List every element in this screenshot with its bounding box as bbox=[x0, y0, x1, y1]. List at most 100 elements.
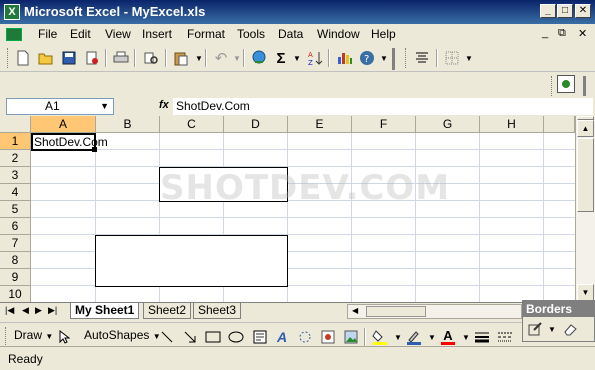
draw-border-dropdown-icon[interactable]: ▼ bbox=[543, 320, 561, 338]
chevron-down-icon[interactable]: ▼ bbox=[100, 99, 109, 114]
open-icon[interactable] bbox=[37, 49, 55, 67]
toolbar-grip[interactable] bbox=[405, 48, 408, 68]
document-icon[interactable] bbox=[6, 28, 22, 41]
vertical-scrollbar[interactable]: ▲ ▼ bbox=[575, 116, 595, 302]
draw-border-icon[interactable] bbox=[526, 320, 544, 338]
first-sheet-icon[interactable]: |◀ bbox=[5, 305, 14, 316]
rectangle-icon[interactable] bbox=[204, 328, 222, 346]
autosum-dropdown-icon[interactable]: ▼ bbox=[288, 49, 306, 67]
column-header-f[interactable]: F bbox=[352, 116, 416, 133]
row-header-1[interactable]: 1 bbox=[0, 133, 31, 150]
tab-sheet2[interactable]: Sheet2 bbox=[143, 303, 192, 319]
new-icon[interactable] bbox=[14, 49, 32, 67]
row-header-9[interactable]: 9 bbox=[0, 269, 31, 286]
borders-toolbar-title[interactable]: Borders bbox=[523, 301, 594, 317]
fill-color-icon[interactable] bbox=[371, 328, 389, 346]
borders-icon[interactable] bbox=[443, 49, 461, 67]
tab-my-sheet1[interactable]: My Sheet1 bbox=[70, 303, 140, 319]
minimize-button[interactable]: _ bbox=[540, 4, 556, 18]
scroll-up-icon[interactable]: ▲ bbox=[577, 120, 594, 137]
select-all-icon[interactable] bbox=[557, 75, 575, 93]
print-icon[interactable] bbox=[112, 49, 130, 67]
next-sheet-icon[interactable]: ▶ bbox=[35, 305, 42, 316]
line-icon[interactable] bbox=[158, 328, 176, 346]
save-icon[interactable] bbox=[60, 49, 78, 67]
toolbar-grip[interactable] bbox=[7, 48, 10, 68]
line-color-icon[interactable] bbox=[405, 328, 423, 346]
close-button[interactable]: ✕ bbox=[575, 4, 591, 18]
permission-icon[interactable] bbox=[83, 49, 101, 67]
toolbar-options-icon[interactable] bbox=[583, 76, 586, 96]
clip-art-icon[interactable] bbox=[319, 328, 337, 346]
last-sheet-icon[interactable]: ▶| bbox=[48, 305, 57, 316]
row-header-2[interactable]: 2 bbox=[0, 150, 31, 167]
font-color-icon[interactable]: A bbox=[439, 328, 457, 346]
hyperlink-icon[interactable] bbox=[250, 49, 268, 67]
tab-sheet3[interactable]: Sheet3 bbox=[193, 303, 242, 319]
doc-minimize-button[interactable]: _ bbox=[542, 27, 548, 39]
picture-icon[interactable] bbox=[342, 328, 360, 346]
column-header-partial[interactable] bbox=[544, 116, 575, 133]
toolbar-grip[interactable] bbox=[5, 327, 8, 347]
column-header-a[interactable]: A bbox=[31, 116, 96, 133]
doc-close-button[interactable]: ✕ bbox=[578, 27, 587, 40]
sort-icon[interactable]: AZ bbox=[306, 49, 324, 67]
help-dropdown-icon[interactable]: ▼ bbox=[375, 49, 393, 67]
menu-insert[interactable]: Insert bbox=[142, 27, 172, 41]
column-header-h[interactable]: H bbox=[480, 116, 544, 133]
menu-tools[interactable]: Tools bbox=[237, 27, 265, 41]
menu-file[interactable]: File bbox=[38, 27, 57, 41]
select-objects-icon[interactable] bbox=[55, 328, 73, 346]
chart-icon[interactable] bbox=[336, 49, 354, 67]
toolbar-options-icon[interactable] bbox=[392, 48, 395, 70]
text-box-icon[interactable] bbox=[251, 328, 269, 346]
menu-edit[interactable]: Edit bbox=[70, 27, 91, 41]
row-header-6[interactable]: 6 bbox=[0, 218, 31, 235]
row-header-5[interactable]: 5 bbox=[0, 201, 31, 218]
scroll-left-icon[interactable]: ◀ bbox=[352, 306, 358, 315]
scroll-thumb[interactable] bbox=[577, 138, 594, 212]
scroll-thumb-horizontal[interactable] bbox=[366, 306, 426, 317]
dash-style-icon[interactable] bbox=[496, 328, 514, 346]
scroll-down-icon[interactable]: ▼ bbox=[577, 284, 594, 301]
maximize-button[interactable]: □ bbox=[557, 4, 573, 18]
menu-window[interactable]: Window bbox=[317, 27, 360, 41]
borders-dropdown-icon[interactable]: ▼ bbox=[460, 49, 478, 67]
menu-data[interactable]: Data bbox=[278, 27, 303, 41]
doc-restore-button[interactable]: ⧉ bbox=[558, 27, 566, 40]
align-icon[interactable] bbox=[413, 49, 431, 67]
draw-menu[interactable]: Draw ▼ bbox=[14, 328, 53, 342]
autoshapes-menu[interactable]: AutoShapes ▼ bbox=[84, 328, 161, 342]
insert-function-icon[interactable]: fx bbox=[159, 99, 169, 111]
horizontal-scrollbar[interactable]: ◀ bbox=[347, 304, 522, 319]
line-style-icon[interactable] bbox=[473, 328, 491, 346]
arrow-icon[interactable] bbox=[181, 328, 199, 346]
menu-view[interactable]: View bbox=[105, 27, 131, 41]
wordart-icon[interactable]: A bbox=[273, 328, 291, 346]
row-header-3[interactable]: 3 bbox=[0, 167, 31, 184]
name-box[interactable]: A1 ▼ bbox=[6, 98, 114, 115]
column-header-g[interactable]: G bbox=[416, 116, 480, 133]
menu-help[interactable]: Help bbox=[371, 27, 396, 41]
column-header-e[interactable]: E bbox=[288, 116, 352, 133]
erase-border-icon[interactable] bbox=[561, 320, 579, 338]
row-header-8[interactable]: 8 bbox=[0, 252, 31, 269]
diagram-icon[interactable] bbox=[296, 328, 314, 346]
row-header-7[interactable]: 7 bbox=[0, 235, 31, 252]
paste-icon[interactable] bbox=[172, 49, 190, 67]
column-header-b[interactable]: B bbox=[96, 116, 160, 133]
menu-format[interactable]: Format bbox=[187, 27, 225, 41]
column-header-c[interactable]: C bbox=[160, 116, 224, 133]
row-header-4[interactable]: 4 bbox=[0, 184, 31, 201]
select-all-corner[interactable] bbox=[0, 116, 31, 133]
help-icon[interactable]: ? bbox=[358, 49, 376, 67]
toolbar-grip[interactable] bbox=[551, 76, 554, 96]
column-header-d[interactable]: D bbox=[224, 116, 288, 133]
fill-handle[interactable] bbox=[92, 147, 97, 152]
prev-sheet-icon[interactable]: ◀ bbox=[22, 305, 29, 316]
row-header-10[interactable]: 10 bbox=[0, 286, 31, 302]
merged-range-b7-d9[interactable] bbox=[95, 235, 288, 287]
formula-input[interactable]: ShotDev.Com bbox=[173, 98, 593, 115]
research-icon[interactable] bbox=[142, 49, 160, 67]
excel-app-icon[interactable]: X bbox=[4, 4, 20, 20]
